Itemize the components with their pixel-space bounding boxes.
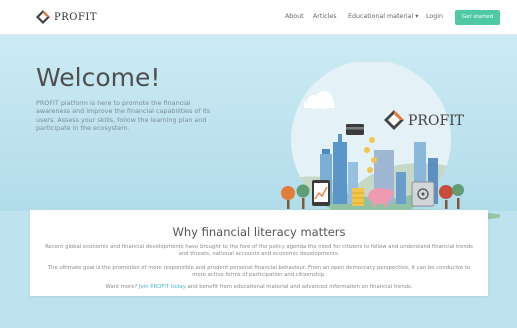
- nav-about-link[interactable]: About: [285, 13, 304, 20]
- section-title: Why financial literacy matters: [172, 225, 346, 239]
- nav-login-link[interactable]: Login: [426, 13, 443, 20]
- section-paragraph-3: Want more? Join PROFIT today and benefit…: [42, 284, 476, 291]
- brand-name: PROFIT: [54, 11, 98, 23]
- credit-card-icon: [346, 124, 364, 135]
- city-finance-illustration: PROFIT: [239, 62, 500, 223]
- join-profit-link[interactable]: Join PROFIT today: [139, 284, 186, 290]
- get-started-button[interactable]: Get started: [455, 10, 500, 25]
- illustration-logo-text: PROFIT: [408, 113, 465, 129]
- brand-logo[interactable]: PROFIT: [36, 10, 97, 24]
- coin-stack-icon: [352, 188, 364, 206]
- why-financial-literacy-card: Why financial literacy matters Recent gl…: [30, 210, 488, 296]
- want-more-suffix-text: and benefit from educational material an…: [185, 284, 413, 290]
- building-shape: [333, 142, 347, 204]
- hero-section: Welcome! PROFIT platform is here to prom…: [0, 35, 517, 223]
- want-more-text: Want more?: [105, 284, 139, 290]
- section-paragraph-2: The ultimate goal is the promotion of mo…: [47, 265, 471, 279]
- section-paragraph-1: Recent global economic and financial dev…: [45, 244, 473, 258]
- building-shape: [396, 172, 406, 204]
- nav-articles-link[interactable]: Articles: [313, 13, 336, 20]
- profit-logo-icon: [36, 10, 50, 24]
- hero-title: Welcome!: [36, 63, 161, 92]
- top-navbar: PROFIT About Articles Educational materi…: [0, 0, 517, 35]
- phone-chart-icon: [312, 180, 330, 206]
- safe-icon: [411, 181, 435, 207]
- hero-description: PROFIT platform is here to promote the f…: [36, 99, 211, 132]
- nav-educational-material-dropdown[interactable]: Educational material ▾: [348, 13, 418, 20]
